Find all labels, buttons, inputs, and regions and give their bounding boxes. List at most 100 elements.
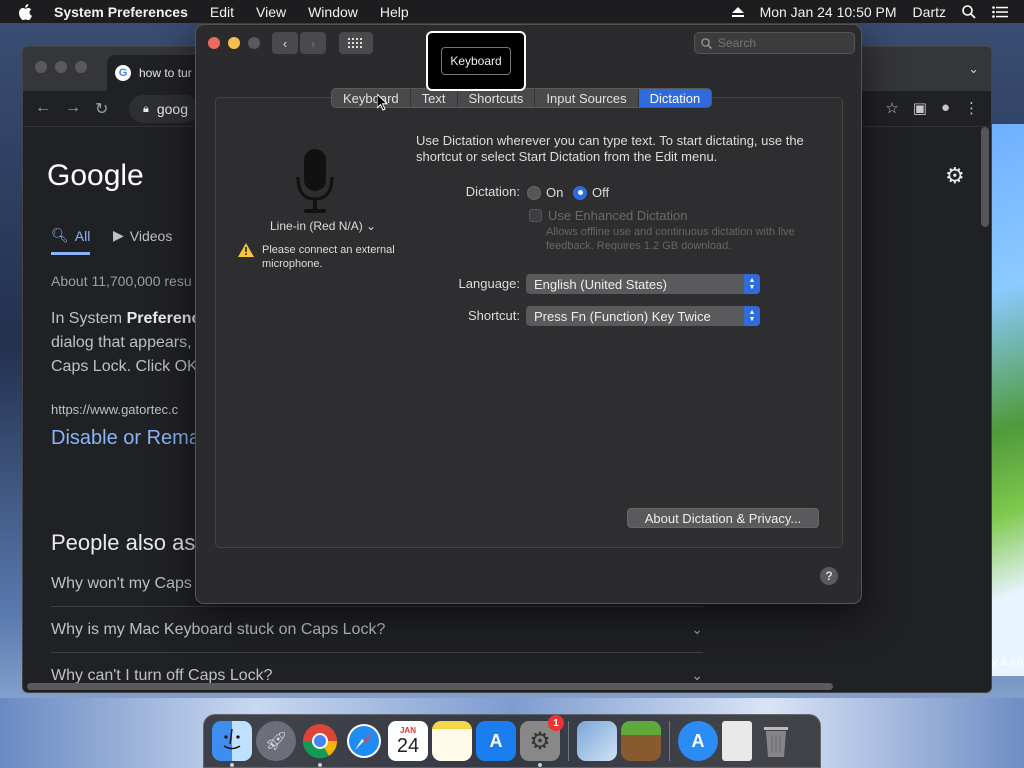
menu-view[interactable]: View (256, 4, 286, 20)
search-tab-all[interactable]: 🔍︎ All (51, 227, 91, 255)
microphone-source-popup[interactable]: Line-in (Red N/A) ⌄ (270, 219, 376, 233)
google-favicon-icon: G (115, 65, 131, 81)
paa-question-text: Why is my Mac Keyboard stuck on Caps Loc… (51, 620, 386, 638)
lock-icon: 🔒︎ (143, 102, 149, 115)
keyboard-preferences-window[interactable]: ‹ › oard Keyboard Text Shortcuts Input S… (195, 24, 862, 604)
result-title-link[interactable]: Disable or Rema (51, 427, 200, 450)
window-titlebar[interactable]: ‹ › oard (196, 25, 861, 61)
enhanced-dictation-label: Use Enhanced Dictation (548, 208, 688, 223)
menubar-user[interactable]: Dartz (913, 4, 946, 20)
show-all-grid-icon[interactable] (339, 32, 373, 54)
chevron-down-icon: ⌄ (691, 621, 703, 637)
chevron-down-icon: ⌄ (691, 667, 703, 683)
tab-shortcuts[interactable]: Shortcuts (458, 89, 536, 107)
search-tab-all-label: All (74, 227, 91, 244)
tab-dictation[interactable]: Dictation (638, 89, 712, 107)
search-input[interactable] (718, 36, 838, 50)
paa-question-text: Why won't my Caps (51, 574, 192, 592)
calendar-icon[interactable]: JAN 24 (388, 721, 428, 761)
minimize-button[interactable] (228, 37, 240, 49)
trash-icon[interactable] (756, 721, 796, 761)
address-bar-text: goog (156, 101, 189, 117)
chrome-icon[interactable] (300, 721, 340, 767)
background-game-window[interactable]: y & co (992, 124, 1024, 676)
menu-app-name[interactable]: System Preferences (54, 4, 188, 20)
enhanced-dictation-checkbox[interactable]: Use Enhanced Dictation (529, 208, 687, 223)
dictation-on-label: On (546, 185, 564, 200)
vertical-scrollbar[interactable] (981, 127, 989, 227)
horizontal-scrollbar[interactable] (27, 683, 833, 690)
close-button[interactable] (208, 37, 220, 49)
tooltip: Keyboard (426, 31, 526, 91)
dictation-on-radio[interactable]: On (527, 185, 563, 200)
help-button[interactable]: ? (820, 567, 838, 585)
forward-chevron-icon[interactable]: › (300, 32, 326, 54)
radio-selected-dot (573, 185, 587, 200)
dictation-description: Use Dictation wherever you can type text… (416, 133, 804, 164)
forward-arrow-icon[interactable]: → (65, 99, 81, 119)
updown-arrows-icon: ▲ ▼ (744, 306, 760, 326)
tooltip-text: Keyboard (441, 47, 511, 75)
launchpad-icon[interactable]: 🚀︎ (256, 721, 296, 761)
chrome-traffic-lights (35, 61, 87, 73)
tab-text[interactable]: Text (411, 89, 458, 107)
tab-input-sources[interactable]: Input Sources (535, 89, 639, 107)
search-field[interactable] (694, 32, 855, 54)
snippet-rest: dialog that appears, Caps Lock. Click OK (51, 334, 198, 375)
notification-center-icon[interactable] (992, 5, 1008, 18)
enhanced-dictation-note: Allows offline use and continuous dictat… (546, 226, 795, 252)
side-panel-icon[interactable]: ▣ (913, 99, 927, 117)
notification-badge: 1 (548, 715, 564, 731)
document-icon[interactable] (722, 721, 752, 761)
snippet-bold: Preferenc (126, 310, 201, 327)
language-select[interactable]: English (United States) ▲ ▼ (526, 274, 760, 294)
menu-help[interactable]: Help (380, 4, 409, 20)
chrome-menu-icon[interactable]: ⋮ (964, 99, 979, 117)
spotlight-search-icon[interactable] (962, 4, 976, 19)
menubar-clock[interactable]: Mon Jan 24 10:50 PM (760, 4, 897, 20)
minecraft-icon[interactable] (621, 721, 661, 761)
dock: 🚀︎ JAN 24 A ⚙ 1 A (203, 714, 821, 768)
preview-icon[interactable] (577, 721, 617, 761)
profile-avatar-icon[interactable]: ● (941, 99, 950, 117)
language-label: Language: (458, 276, 520, 291)
microphone-icon (296, 149, 334, 220)
zoom-button[interactable] (248, 37, 260, 49)
paa-question[interactable]: Why is my Mac Keyboard stuck on Caps Loc… (51, 607, 703, 653)
eject-icon[interactable] (731, 6, 744, 17)
settings-gear-icon[interactable]: ⚙ (945, 163, 965, 189)
reload-icon[interactable]: ↻ (95, 99, 108, 119)
radio-off-dot (527, 185, 541, 200)
dock-separator (568, 721, 569, 761)
tab-search-chevron-icon[interactable]: ⌄ (968, 61, 979, 77)
language-select-value: English (United States) (534, 276, 667, 292)
system-preferences-icon[interactable]: ⚙ 1 (520, 715, 564, 767)
back-chevron-icon[interactable]: ‹ (272, 32, 298, 54)
google-logo[interactable]: Google (47, 159, 144, 193)
background-window-text: y & co (992, 656, 1023, 668)
apple-icon[interactable] (18, 0, 40, 23)
snippet-text: In System (51, 310, 127, 327)
menu-edit[interactable]: Edit (210, 4, 234, 20)
menu-window[interactable]: Window (308, 4, 358, 20)
safari-icon[interactable] (344, 721, 384, 761)
result-url[interactable]: https://www.gatortec.c (51, 402, 178, 417)
tab-keyboard[interactable]: Keyboard (332, 89, 411, 107)
search-icon (701, 37, 712, 49)
shortcut-label: Shortcut: (467, 308, 520, 323)
address-bar[interactable]: 🔒︎ goog (129, 95, 199, 123)
search-icon: 🔍︎ (51, 227, 69, 243)
video-icon: ▶ (113, 227, 124, 243)
app-store-icon[interactable]: A (476, 721, 516, 761)
dictation-off-radio[interactable]: Off (573, 185, 609, 200)
shortcut-select[interactable]: Press Fn (Function) Key Twice ▲ ▼ (526, 306, 760, 326)
notes-icon[interactable] (432, 721, 472, 761)
app-store-download-icon[interactable]: A (678, 721, 718, 761)
search-tab-videos[interactable]: ▶ Videos (113, 227, 172, 244)
back-arrow-icon[interactable]: ← (35, 99, 51, 119)
dictation-label: Dictation: (465, 184, 520, 199)
about-dictation-privacy-button[interactable]: About Dictation & Privacy... (627, 508, 819, 528)
finder-icon[interactable] (212, 721, 252, 767)
bookmark-star-icon[interactable]: ☆ (885, 99, 898, 117)
menu-bar: System Preferences Edit View Window Help… (0, 0, 1024, 23)
